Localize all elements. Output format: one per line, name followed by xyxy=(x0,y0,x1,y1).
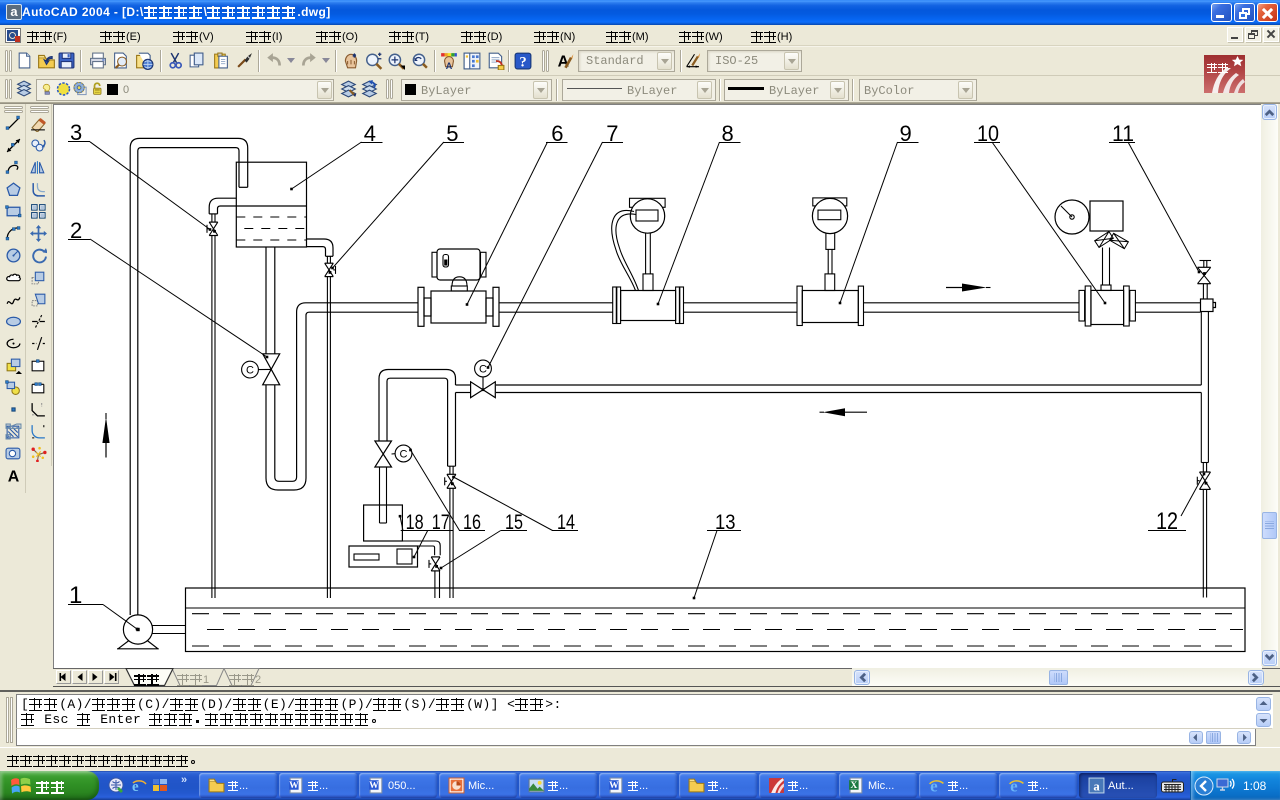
svg-text:C: C xyxy=(246,365,254,377)
svg-text:C: C xyxy=(400,449,408,461)
svg-text:e: e xyxy=(1010,777,1018,794)
svg-text:X: X xyxy=(850,780,857,791)
svg-text:W: W xyxy=(609,780,619,791)
svg-text:W: W xyxy=(289,780,299,791)
svg-text:W: W xyxy=(369,780,379,791)
svg-text:e: e xyxy=(930,777,938,794)
svg-text:a: a xyxy=(1093,779,1100,793)
svg-text:C: C xyxy=(479,364,487,376)
